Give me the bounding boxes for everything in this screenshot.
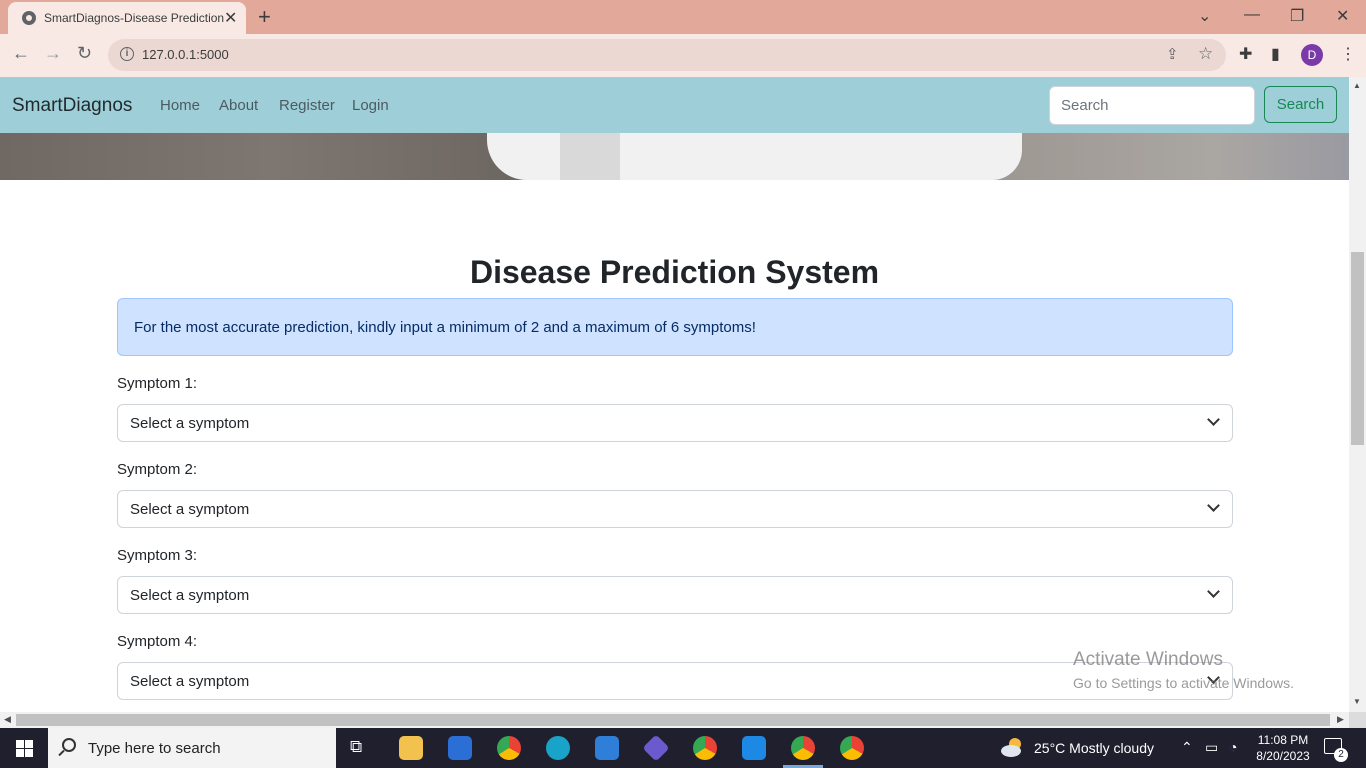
scroll-right-arrow-icon[interactable]: ▶ [1337,714,1344,725]
weather-text[interactable]: 25°C Mostly cloudy [1034,740,1154,756]
nav-link-register[interactable]: Register [279,97,335,114]
network-icon[interactable]: ◔ [1229,739,1237,755]
symptom-3-value: Select a symptom [130,587,250,604]
scroll-up-arrow-icon[interactable]: ▲ [1353,81,1361,90]
forward-arrow-icon[interactable]: → [44,43,62,64]
back-arrow-icon[interactable]: ← [12,43,30,64]
taskbar-search-box[interactable]: Type here to search [48,728,336,768]
restore-icon[interactable]: ❐ [1290,6,1304,26]
file-explorer-icon[interactable] [399,736,423,760]
info-alert: For the most accurate prediction, kindly… [117,298,1233,356]
chrome-profile-icon[interactable] [693,736,717,760]
symptom-3-label: Symptom 3: [117,547,198,564]
share-icon[interactable]: ⇪ [1166,45,1179,63]
reload-icon[interactable]: ↻ [77,43,92,64]
symptom-4-select[interactable]: Select a symptom [117,662,1233,700]
chrome-second-icon[interactable] [840,736,864,760]
symptom-2-select[interactable]: Select a symptom [117,490,1233,528]
vscode-icon[interactable] [742,736,766,760]
symptom-4-value: Select a symptom [130,673,250,690]
clock-date: 8/20/2023 [1256,749,1310,763]
symptom-4-label: Symptom 4: [117,633,198,650]
site-brand[interactable]: SmartDiagnos [12,95,132,117]
windows-taskbar: Type here to search ⧉ 25°C Mostly cloudy… [0,728,1366,768]
url-text: 127.0.0.1:5000 [142,47,229,62]
symptom-1-value: Select a symptom [130,415,250,432]
clock-time: 11:08 PM [1257,733,1309,747]
windows-start-icon[interactable] [16,740,33,757]
site-info-icon[interactable]: i [120,47,134,61]
scroll-down-arrow-icon[interactable]: ▼ [1353,697,1361,706]
nav-link-about[interactable]: About [219,97,258,114]
search-input[interactable] [1049,86,1255,125]
symptom-3-select[interactable]: Select a symptom [117,576,1233,614]
window-close-icon[interactable]: ✕ [1336,6,1349,26]
address-bar[interactable]: i 127.0.0.1:5000 ⇪ ☆ [108,39,1226,71]
tab-search-chevron-icon[interactable]: ⌄ [1198,6,1211,26]
symptom-2-value: Select a symptom [130,501,250,518]
browser-toolbar: ← → ↻ i 127.0.0.1:5000 ⇪ ☆ ✚ ▮ D ⋮ [0,34,1366,77]
activate-windows-watermark: Activate Windows Go to Settings to activ… [1073,649,1294,691]
chevron-down-icon [1207,499,1220,512]
hero-image-shadow [560,133,620,180]
taskbar-clock[interactable]: 11:08 PM 8/20/2023 [1252,732,1314,764]
watermark-title: Activate Windows [1073,649,1223,670]
scroll-left-arrow-icon[interactable]: ◀ [4,714,11,725]
close-tab-icon[interactable]: ✕ [224,8,237,28]
scrollbar-corner [1349,712,1366,728]
bookmark-star-icon[interactable]: ☆ [1198,44,1213,64]
symptom-1-label: Symptom 1: [117,375,198,392]
site-navbar: SmartDiagnos Home About Register Login S… [0,77,1349,133]
notification-count-badge: 2 [1334,748,1348,762]
chrome-icon[interactable] [497,736,521,760]
horizontal-scrollbar[interactable]: ◀ ▶ [0,712,1349,728]
microsoft-store-icon[interactable] [448,736,472,760]
hero-image [0,133,1349,180]
page-title: Disease Prediction System [469,254,880,290]
vertical-scrollbar[interactable]: ▲ ▼ [1349,77,1366,712]
vertical-scroll-thumb[interactable] [1351,252,1364,445]
profile-avatar[interactable]: D [1301,44,1323,66]
symptom-2-label: Symptom 2: [117,461,198,478]
nav-link-home[interactable]: Home [160,97,200,114]
chevron-down-icon [1207,585,1220,598]
more-menu-icon[interactable]: ⋮ [1340,44,1356,64]
minimize-icon[interactable]: — [1244,6,1260,24]
watermark-subtitle: Go to Settings to activate Windows. [1073,675,1294,691]
task-view-icon[interactable]: ⧉ [350,737,362,757]
nav-link-login[interactable]: Login [352,97,389,114]
search-icon [62,738,76,752]
mail-icon[interactable] [595,736,619,760]
cloudy-weather-icon [1001,738,1021,757]
side-panel-icon[interactable]: ▮ [1271,44,1280,64]
symptom-1-select[interactable]: Select a symptom [117,404,1233,442]
taskbar-search-text: Type here to search [88,740,221,757]
battery-icon[interactable]: ▭ [1205,739,1218,756]
chevron-up-icon[interactable]: ⌃ [1181,739,1193,756]
alert-text: For the most accurate prediction, kindly… [134,319,756,336]
horizontal-scroll-thumb[interactable] [16,714,1330,726]
new-tab-icon[interactable]: + [258,4,271,30]
chrome-active-icon[interactable] [791,736,815,760]
app-icon[interactable] [642,734,670,762]
edge-icon[interactable] [546,736,570,760]
search-button[interactable]: Search [1264,86,1337,123]
browser-titlebar: SmartDiagnos-Disease Prediction ✕ + ⌄ — … [0,0,1366,34]
tab-title: SmartDiagnos-Disease Prediction [44,11,224,25]
web-page: SmartDiagnos Home About Register Login S… [0,77,1349,712]
chevron-down-icon [1207,413,1220,426]
globe-icon [22,11,36,25]
extensions-puzzle-icon[interactable]: ✚ [1239,44,1252,64]
browser-tab[interactable]: SmartDiagnos-Disease Prediction ✕ [8,2,246,34]
